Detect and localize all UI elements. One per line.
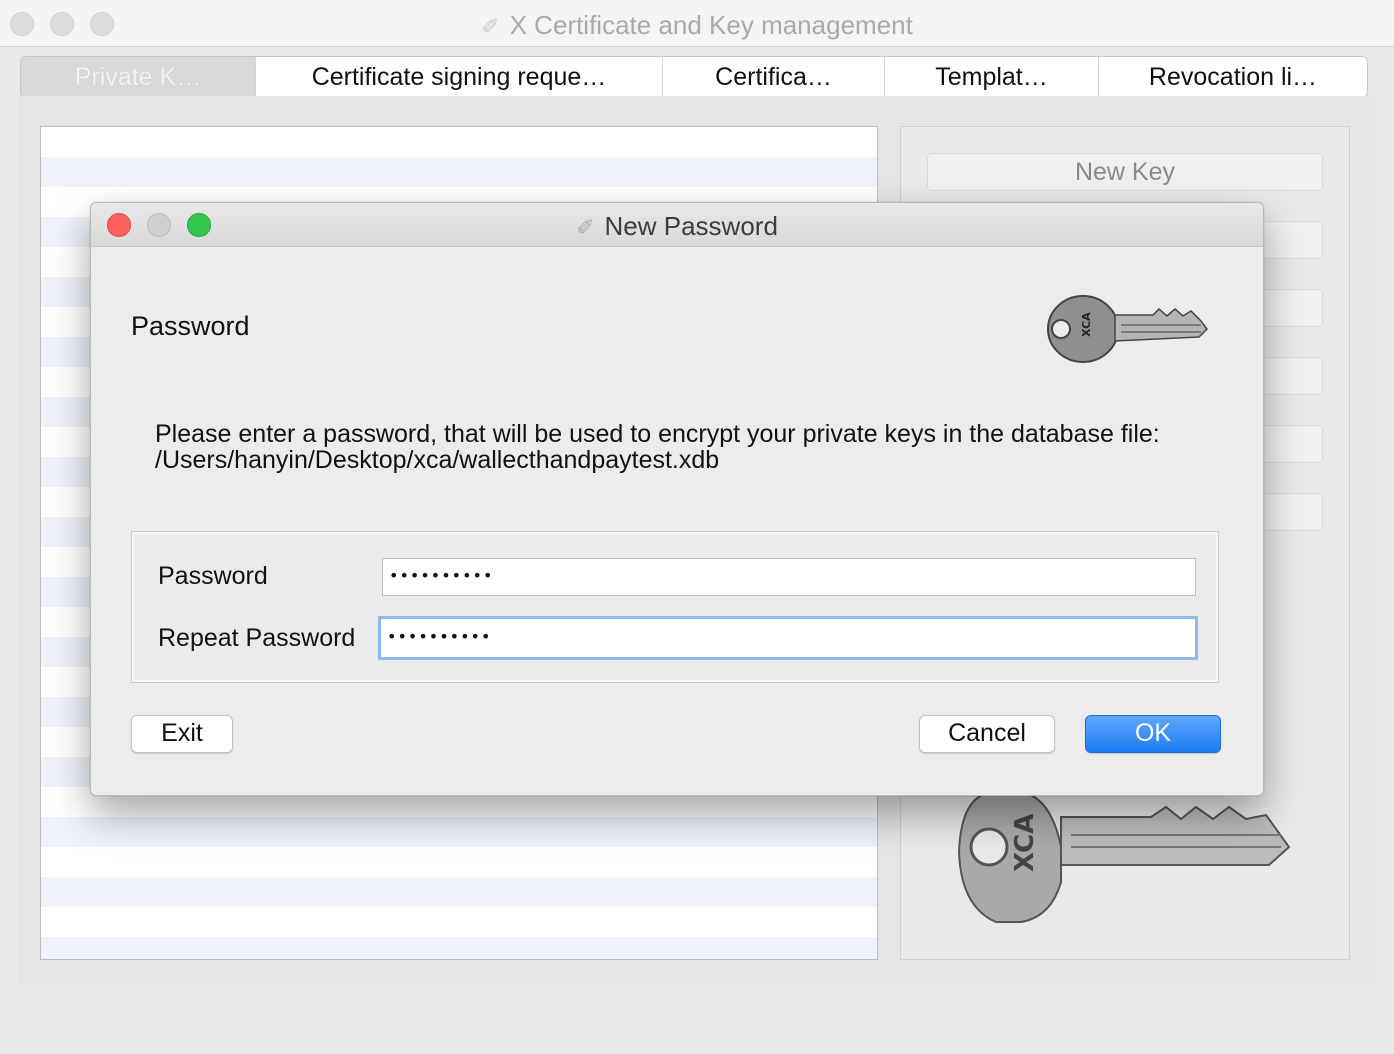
window-title-text: X Certificate and Key management — [509, 10, 913, 40]
app-key-icon: ✐ — [481, 14, 500, 39]
cancel-button[interactable]: Cancel — [919, 715, 1055, 753]
dialog-heading: Password — [131, 311, 250, 341]
repeat-password-label: Repeat Password — [158, 624, 356, 652]
window-title: ✐ X Certificate and Key management — [0, 10, 1394, 41]
new-password-dialog: ✐ New Password Password XCA Please enter … — [90, 202, 1264, 796]
xca-key-watermark-icon: XCA — [957, 791, 1291, 923]
tab-bar: Private K… Certificate signing reque… Ce… — [20, 56, 1368, 98]
repeat-password-input[interactable]: •••••••••• — [378, 616, 1198, 660]
dialog-titlebar: ✐ New Password — [91, 203, 1263, 247]
ok-button[interactable]: OK — [1085, 715, 1221, 753]
svg-text:XCA: XCA — [1010, 814, 1040, 872]
description-line-1: Please enter a password, that will be us… — [155, 420, 1160, 448]
tab-certificates[interactable]: Certifica… — [663, 57, 885, 97]
tab-certificate-signing-requests[interactable]: Certificate signing reque… — [256, 57, 663, 97]
password-fields-group: Password •••••••••• Repeat Password ••••… — [131, 531, 1219, 683]
exit-button[interactable]: Exit — [131, 715, 233, 753]
password-input[interactable]: •••••••••• — [382, 558, 1196, 596]
dialog-title: ✐ New Password — [91, 211, 1263, 242]
database-file-path: /Users/hanyin/Desktop/xca/wallecthandpay… — [155, 446, 720, 474]
tab-private-keys[interactable]: Private K… — [21, 57, 256, 97]
tab-templates[interactable]: Templat… — [885, 57, 1099, 97]
dialog-title-text: New Password — [604, 211, 778, 241]
password-label: Password — [158, 562, 268, 590]
main-titlebar: ✐ X Certificate and Key management — [0, 0, 1394, 47]
xca-key-icon: XCA — [1047, 295, 1208, 363]
new-key-button[interactable]: New Key — [927, 153, 1323, 191]
dialog-description: Please enter a password, that will be us… — [155, 421, 1215, 473]
tab-revocation-lists[interactable]: Revocation li… — [1099, 57, 1367, 97]
svg-text:XCA: XCA — [1080, 312, 1093, 337]
dialog-key-icon: ✐ — [576, 215, 595, 240]
